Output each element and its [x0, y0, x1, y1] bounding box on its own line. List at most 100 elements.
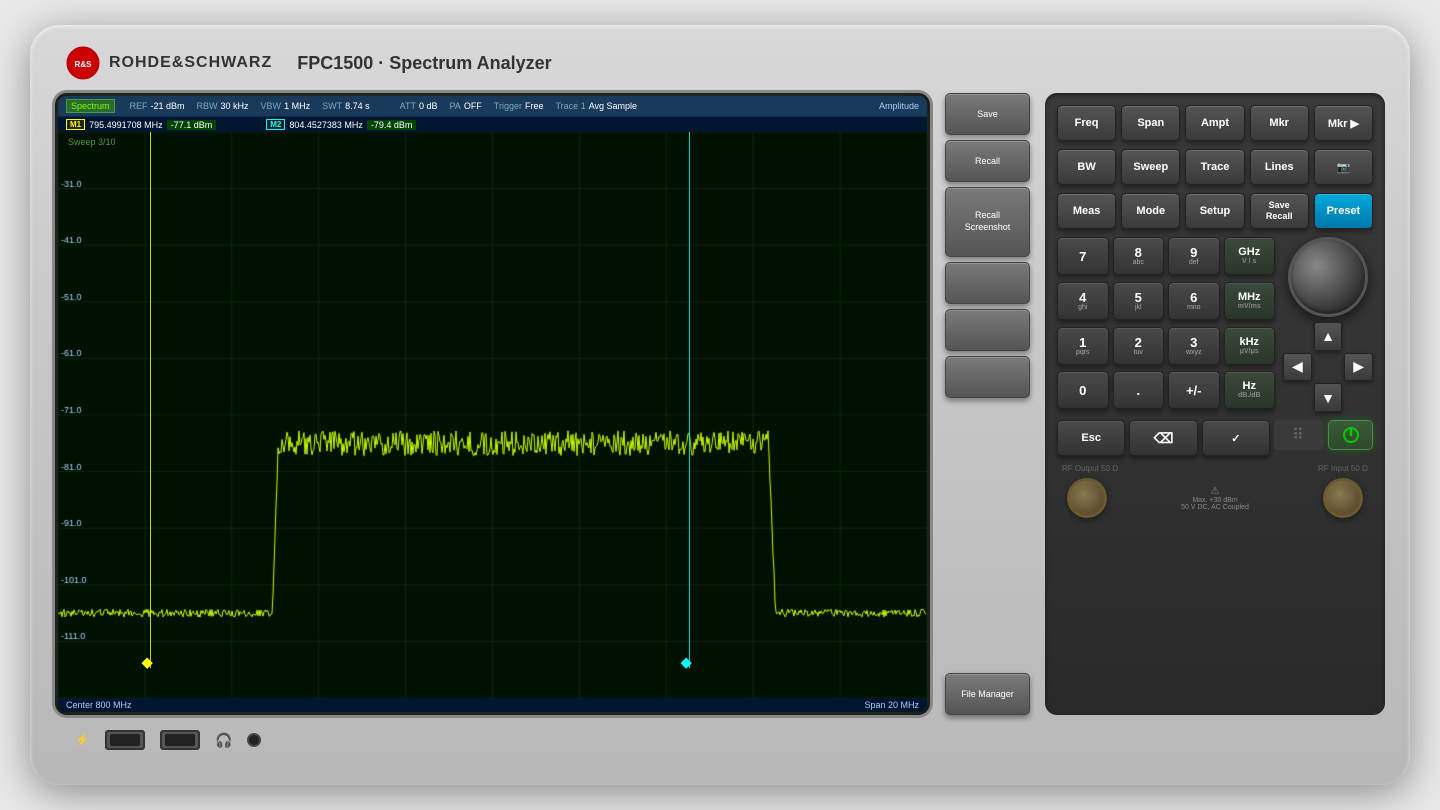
softkey-save[interactable]: Save: [945, 93, 1030, 135]
softkeys-panel: Save Recall RecallScreenshot File Manage…: [945, 93, 1030, 715]
check-icon: ✓: [1231, 432, 1240, 445]
ports-labels: RF Output 50 Ω RF Input 50 Ω: [1057, 464, 1373, 473]
brand-label: ROHDE&SCHWARZ: [109, 54, 272, 72]
softkey-file-manager[interactable]: File Manager: [945, 673, 1030, 715]
key-2[interactable]: 2tuv: [1113, 327, 1165, 365]
nav-placeholder-br: [1344, 383, 1373, 412]
param-ref: REF -21 dBm: [130, 101, 185, 111]
btn-lines[interactable]: Lines: [1250, 149, 1309, 185]
marker1-label: M1: [66, 119, 85, 130]
key-0[interactable]: 0: [1057, 371, 1109, 409]
marker1-amp: -77.1 dBm: [167, 120, 217, 130]
btn-esc[interactable]: Esc: [1057, 420, 1125, 456]
btn-ampt[interactable]: Ampt: [1185, 105, 1244, 141]
power-icon: [1342, 426, 1360, 444]
nav-arrows: ▲ ◀ ▶ ▼: [1283, 322, 1373, 412]
param-pa: PA OFF: [449, 101, 481, 111]
screen-display[interactable]: Spectrum REF -21 dBm RBW 30 kHz VBW 1 MH: [58, 96, 927, 712]
btn-mode[interactable]: Mode: [1121, 193, 1180, 229]
btn-meas[interactable]: Meas: [1057, 193, 1116, 229]
key-ghz[interactable]: GHzV / s: [1224, 237, 1276, 275]
rotary-knob[interactable]: [1288, 237, 1368, 317]
softkey-recall-screenshot[interactable]: RecallScreenshot: [945, 187, 1030, 257]
marker1-info: M1 795.4991708 MHz -77.1 dBm: [66, 119, 216, 130]
btn-save-recall[interactable]: SaveRecall: [1250, 193, 1309, 229]
screen-section: Spectrum REF -21 dBm RBW 30 kHz VBW 1 MH: [55, 93, 930, 715]
marker2-amp: -79.4 dBm: [367, 120, 417, 130]
num-section: 7 8abc 9def GHzV / s 4ghi 5jkl 6mno MHzm…: [1057, 237, 1373, 412]
key-4[interactable]: 4ghi: [1057, 282, 1109, 320]
key-1[interactable]: 1pqrs: [1057, 327, 1109, 365]
btn-bw[interactable]: BW: [1057, 149, 1116, 185]
key-9[interactable]: 9def: [1168, 237, 1220, 275]
power-button[interactable]: [1328, 420, 1373, 450]
marker-row: M1 795.4991708 MHz -77.1 dBm M2 804.4527…: [58, 117, 927, 132]
marker2-info: M2 804.4527383 MHz -79.4 dBm: [266, 119, 416, 130]
center-freq-label: Center 800 MHz: [66, 700, 132, 710]
softkey-recall[interactable]: Recall: [945, 140, 1030, 182]
left-arrow-icon: ◀: [1292, 358, 1303, 375]
dots-menu-btn[interactable]: ⠿: [1274, 420, 1324, 450]
func-keys-row3: Meas Mode Setup SaveRecall Preset: [1057, 193, 1373, 229]
btn-mkr-arrow[interactable]: Mkr ▶: [1314, 105, 1373, 141]
knob-area: ▲ ◀ ▶ ▼: [1283, 237, 1373, 412]
marker2-label: M2: [266, 119, 285, 130]
btn-camera[interactable]: 📷: [1314, 149, 1373, 185]
screen-plot[interactable]: Sweep 3/10: [58, 132, 927, 698]
nav-up-btn[interactable]: ▲: [1314, 322, 1343, 351]
key-hz[interactable]: HzdB./dB: [1224, 371, 1276, 409]
span-label: Span 20 MHz: [864, 700, 919, 710]
nav-left-btn[interactable]: ◀: [1283, 353, 1312, 382]
key-3[interactable]: 3wxyz: [1168, 327, 1220, 365]
rf-output-port[interactable]: [1067, 478, 1107, 518]
rs-logo-icon: R&S: [65, 45, 101, 81]
key-8[interactable]: 8abc: [1113, 237, 1165, 275]
usb-symbol-icon: ⚡: [75, 733, 90, 747]
logo-area: R&S ROHDE&SCHWARZ: [65, 45, 272, 81]
param-att: ATT 0 dB: [400, 101, 438, 111]
usb-port-inner-2: [165, 734, 195, 746]
marker2-line: [689, 132, 690, 668]
softkey-empty2[interactable]: [945, 309, 1030, 351]
rf-input-port[interactable]: [1323, 478, 1363, 518]
key-mhz[interactable]: MHzmV/ms: [1224, 282, 1276, 320]
btn-span[interactable]: Span: [1121, 105, 1180, 141]
rf-output-label: RF Output 50 Ω: [1062, 464, 1118, 473]
btn-setup[interactable]: Setup: [1185, 193, 1244, 229]
instrument-body: R&S ROHDE&SCHWARZ FPC1500 · Spectrum Ana…: [30, 25, 1410, 785]
usb-port-2[interactable]: [160, 730, 200, 750]
key-plusminus[interactable]: +/-: [1168, 371, 1220, 409]
btn-preset[interactable]: Preset: [1314, 193, 1373, 229]
param-trigger: Trigger Free: [494, 101, 544, 111]
port-warning: ⚠ Max. +30 dBm 50 V DC, AC Coupled: [1181, 486, 1249, 511]
btn-freq[interactable]: Freq: [1057, 105, 1116, 141]
key-6[interactable]: 6mno: [1168, 282, 1220, 320]
bottom-controls: ⠿: [1274, 420, 1373, 456]
screen-params-row2: ATT 0 dB PA OFF Trigger Free Trace 1: [400, 101, 637, 111]
btn-backspace[interactable]: ⌫: [1129, 420, 1197, 456]
down-arrow-icon: ▼: [1321, 390, 1335, 406]
nav-placeholder-bl: [1283, 383, 1312, 412]
btn-mkr[interactable]: Mkr: [1250, 105, 1309, 141]
key-dot[interactable]: .: [1113, 371, 1165, 409]
key-khz[interactable]: kHzμV/μs: [1224, 327, 1276, 365]
marker1-freq: 795.4991708 MHz: [89, 120, 163, 130]
usb-port-1[interactable]: [105, 730, 145, 750]
audio-jack-port[interactable]: [247, 733, 261, 747]
btn-sweep[interactable]: Sweep: [1121, 149, 1180, 185]
key-5[interactable]: 5jkl: [1113, 282, 1165, 320]
nav-down-btn[interactable]: ▼: [1314, 383, 1343, 412]
dots-icon: ⠿: [1292, 425, 1306, 445]
softkey-group-top: Save Recall RecallScreenshot: [945, 93, 1030, 398]
marker1-line: [150, 132, 151, 668]
softkey-empty3[interactable]: [945, 356, 1030, 398]
up-arrow-icon: ▲: [1321, 328, 1335, 344]
btn-enter[interactable]: ✓: [1202, 420, 1270, 456]
key-7[interactable]: 7: [1057, 237, 1109, 275]
screen-footer: Center 800 MHz Span 20 MHz: [58, 698, 927, 712]
btn-trace[interactable]: Trace: [1185, 149, 1244, 185]
func-keys-row1: Freq Span Ampt Mkr Mkr ▶: [1057, 105, 1373, 141]
softkey-empty1[interactable]: [945, 262, 1030, 304]
action-row: Esc ⌫ ✓ ⠿: [1057, 420, 1373, 456]
nav-right-btn[interactable]: ▶: [1344, 353, 1373, 382]
